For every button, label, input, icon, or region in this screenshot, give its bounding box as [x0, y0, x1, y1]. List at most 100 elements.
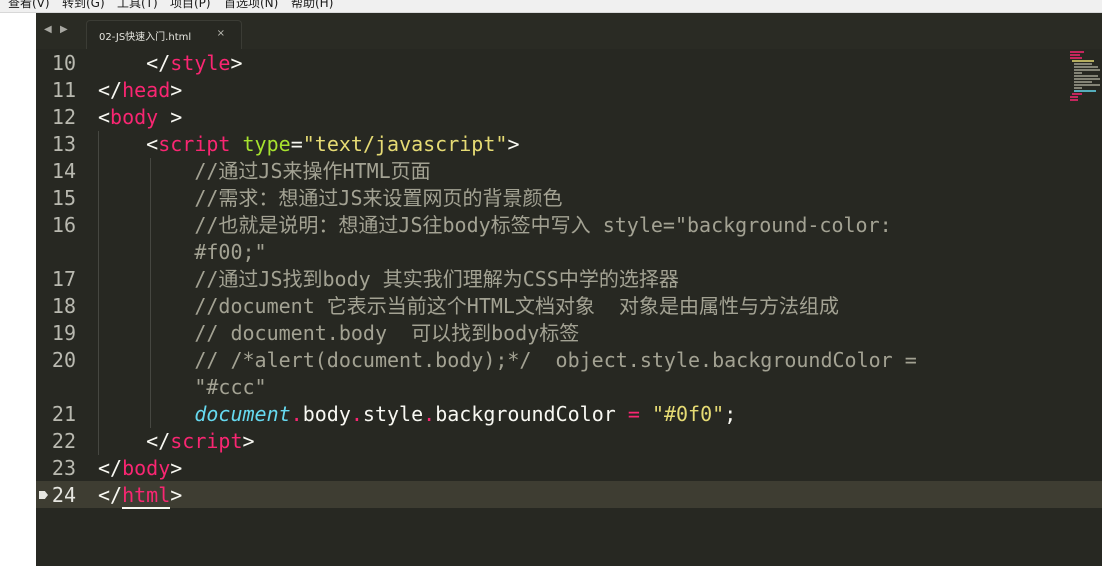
chevron-right-icon[interactable]: ▶	[60, 24, 68, 36]
bookmark-icon	[39, 491, 48, 499]
code-token: // /*alert(document.body);*/ object.styl…	[98, 348, 917, 372]
minimap-line	[1074, 87, 1082, 89]
code-line[interactable]: // document.body 可以找到body标签	[98, 320, 579, 347]
code-token: <	[98, 132, 159, 156]
code-token: =	[627, 402, 640, 426]
minimap-line	[1070, 57, 1082, 59]
minimap-line	[1070, 96, 1078, 98]
close-icon[interactable]: ×	[217, 28, 225, 39]
minimap-line	[1074, 78, 1100, 80]
code-token: =	[290, 132, 303, 156]
line-number: 20	[51, 348, 76, 372]
menu-item-5[interactable]: 帮助(H)	[291, 0, 333, 11]
minimap-line	[1074, 72, 1082, 74]
code-line[interactable]: </head>	[98, 77, 182, 104]
code-line[interactable]: // /*alert(document.body);*/ object.styl…	[98, 347, 917, 374]
code-token: </	[98, 78, 123, 102]
code-token: // document.body 可以找到body标签	[98, 321, 580, 345]
line-number: 10	[51, 51, 76, 75]
code-line[interactable]: //需求：想通过JS来设置网页的背景颜色	[98, 185, 563, 212]
code-token: "#0f0"	[651, 402, 725, 426]
minimap[interactable]	[1070, 49, 1100, 109]
code-token: body	[110, 105, 159, 129]
code-token: </	[98, 429, 171, 453]
code-line[interactable]: <body >	[98, 104, 182, 131]
code-token: //需求：想通过JS来设置网页的背景颜色	[98, 186, 563, 210]
code-line[interactable]: </script>	[98, 428, 255, 455]
chevron-left-icon[interactable]: ◀	[44, 24, 52, 36]
minimap-line	[1074, 75, 1098, 77]
minimap-line	[1074, 63, 1092, 65]
code-token: html	[122, 483, 171, 509]
code-line[interactable]: //通过JS找到body 其实我们理解为CSS中学的选择器	[98, 266, 679, 293]
code-line[interactable]: //通过JS来操作HTML页面	[98, 158, 431, 185]
code-token: >	[230, 51, 243, 75]
minimap-line	[1072, 60, 1094, 62]
menu-item-0[interactable]: 查看(V)	[8, 0, 50, 11]
minimap-line	[1074, 84, 1100, 86]
tab-bar: ◀ ▶ 02-JS快速入门.html ×	[36, 13, 1102, 49]
menu-item-4[interactable]: 首选项(N)	[224, 0, 278, 11]
code-line[interactable]: //document 它表示当前这个HTML文档对象 对象是由属性与方法组成	[98, 293, 839, 320]
code-line[interactable]: #f00;"	[98, 239, 266, 266]
minimap-line	[1070, 54, 1080, 56]
code-token: style	[170, 51, 231, 75]
minimap-line	[1074, 66, 1098, 68]
line-number: 19	[51, 321, 76, 345]
minimap-line	[1074, 90, 1096, 92]
line-number: 21	[51, 402, 76, 426]
code-token: <	[98, 105, 111, 129]
code-token: //也就是说明：想通过JS往body标签中写入 style="backgroun…	[98, 213, 892, 237]
code-token: >	[170, 456, 183, 480]
minimap-line	[1070, 99, 1078, 101]
minimap-line	[1072, 93, 1082, 95]
menu-item-3[interactable]: 项目(P)	[170, 0, 211, 11]
line-number: 22	[51, 429, 76, 453]
code-line[interactable]: "#ccc"	[98, 374, 267, 401]
code-line[interactable]: //也就是说明：想通过JS往body标签中写入 style="backgroun…	[98, 212, 892, 239]
code-token: backgroundColor	[435, 402, 628, 426]
code-token: </	[98, 51, 171, 75]
tab-label: 02-JS快速入门.html	[99, 32, 192, 43]
code-token: style	[362, 402, 424, 426]
code-token: >	[242, 429, 255, 453]
active-line-highlight	[88, 481, 1102, 508]
line-number: 23	[51, 456, 76, 480]
line-number: 18	[51, 294, 76, 318]
line-number: 15	[51, 186, 76, 210]
code-token: >	[170, 78, 183, 102]
code-line[interactable]: <script type="text/javascript">	[98, 131, 519, 158]
code-token: "#ccc"	[98, 375, 267, 399]
code-token: script	[170, 429, 243, 453]
indent-guide	[98, 131, 99, 455]
menu-item-2[interactable]: 工具(T)	[117, 0, 158, 11]
minimap-line	[1070, 51, 1084, 53]
code-editor[interactable]: 10 11 12 13 14 15 16 17 18 19 20 21 22 23 24 </style> <…	[36, 49, 1102, 566]
code-line[interactable]: document.body.style.backgroundColor = "#…	[98, 401, 736, 428]
line-number-gutter: 10 11 12 13 14 15 16 17 18 19 20 21 22 23 24	[36, 49, 88, 566]
line-number: 11	[51, 78, 76, 102]
code-token: script	[158, 132, 231, 156]
code-token: type	[242, 132, 291, 156]
line-number: 14	[51, 159, 76, 183]
code-token: //document 它表示当前这个HTML文档对象 对象是由属性与方法组成	[98, 294, 840, 318]
code-line[interactable]: </html>	[98, 482, 182, 509]
code-token: //通过JS找到body 其实我们理解为CSS中学的选择器	[98, 267, 679, 291]
code-token: >	[170, 483, 183, 507]
menu-item-1[interactable]: 转到(G)	[62, 0, 105, 11]
line-number: 17	[51, 267, 76, 291]
code-token: ;	[724, 402, 737, 426]
code-line[interactable]: </style>	[98, 50, 243, 77]
line-number: 13	[51, 132, 76, 156]
code-token: >	[507, 132, 520, 156]
code-token: </	[98, 483, 123, 507]
code-line[interactable]: </body>	[98, 455, 182, 482]
code-token: //通过JS来操作HTML页面	[98, 159, 431, 183]
line-number: 16	[51, 213, 76, 237]
left-margin	[0, 13, 36, 566]
tab-02-js-quickstart[interactable]: 02-JS快速入门.html ×	[86, 20, 242, 49]
indent-guide	[150, 158, 151, 428]
